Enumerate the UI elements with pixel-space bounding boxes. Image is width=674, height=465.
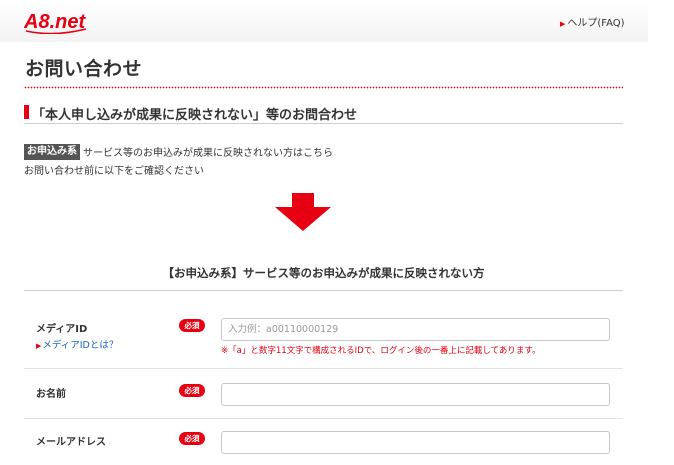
info-description: サービス等のお申込みが成果に反映されない方はこちら bbox=[83, 148, 333, 159]
media-id-input[interactable] bbox=[221, 318, 610, 341]
a8net-logo[interactable]: A8.net bbox=[24, 8, 94, 34]
media-id-help-link[interactable]: ▶メディアIDとは？ bbox=[36, 337, 118, 351]
form-title: 【お申込み系】サービス等のお申込みが成果に反映されない方 bbox=[24, 265, 623, 291]
email-label: メールアドレス bbox=[36, 437, 106, 448]
required-badge: 必須 bbox=[179, 319, 205, 332]
media-id-label: メディアID bbox=[36, 324, 88, 335]
category-badge: お申込み系 bbox=[24, 143, 80, 160]
row-divider bbox=[24, 418, 623, 419]
media-id-help-label: メディアIDとは？ bbox=[42, 340, 119, 351]
help-faq-link[interactable]: ▶ ヘルプ(FAQ) bbox=[560, 14, 625, 29]
section-heading-text: 「本人申し込みが成果に反映されない」等のお問合わせ bbox=[32, 108, 358, 123]
row-divider bbox=[24, 368, 623, 369]
name-label: お名前 bbox=[36, 389, 66, 400]
logo-text: A8.net bbox=[24, 11, 86, 33]
down-arrow-icon bbox=[275, 193, 331, 231]
info-line: お申込み系 サービス等のお申込みが成果に反映されない方はこちら bbox=[24, 141, 333, 160]
triangle-right-icon: ▶ bbox=[36, 342, 42, 350]
dotted-divider bbox=[24, 86, 623, 89]
site-header: A8.net ▶ ヘルプ(FAQ) bbox=[0, 0, 648, 42]
required-badge: 必須 bbox=[179, 432, 205, 445]
info-instruction: お問い合わせ前に以下をご確認ください bbox=[24, 166, 204, 177]
heading-accent-bar bbox=[24, 105, 29, 119]
help-faq-label: ヘルプ(FAQ) bbox=[567, 18, 625, 29]
section-heading: 「本人申し込みが成果に反映されない」等のお問合わせ bbox=[24, 104, 623, 124]
email-input[interactable] bbox=[221, 431, 610, 454]
media-id-note: ※「a」と数字11文字で構成されるIDで、ログイン後の一番上に記載してあります。 bbox=[221, 346, 541, 356]
name-input[interactable] bbox=[221, 383, 610, 406]
required-badge: 必須 bbox=[179, 384, 205, 397]
triangle-right-icon: ▶ bbox=[560, 20, 566, 28]
page-title: お問い合わせ bbox=[25, 58, 143, 80]
